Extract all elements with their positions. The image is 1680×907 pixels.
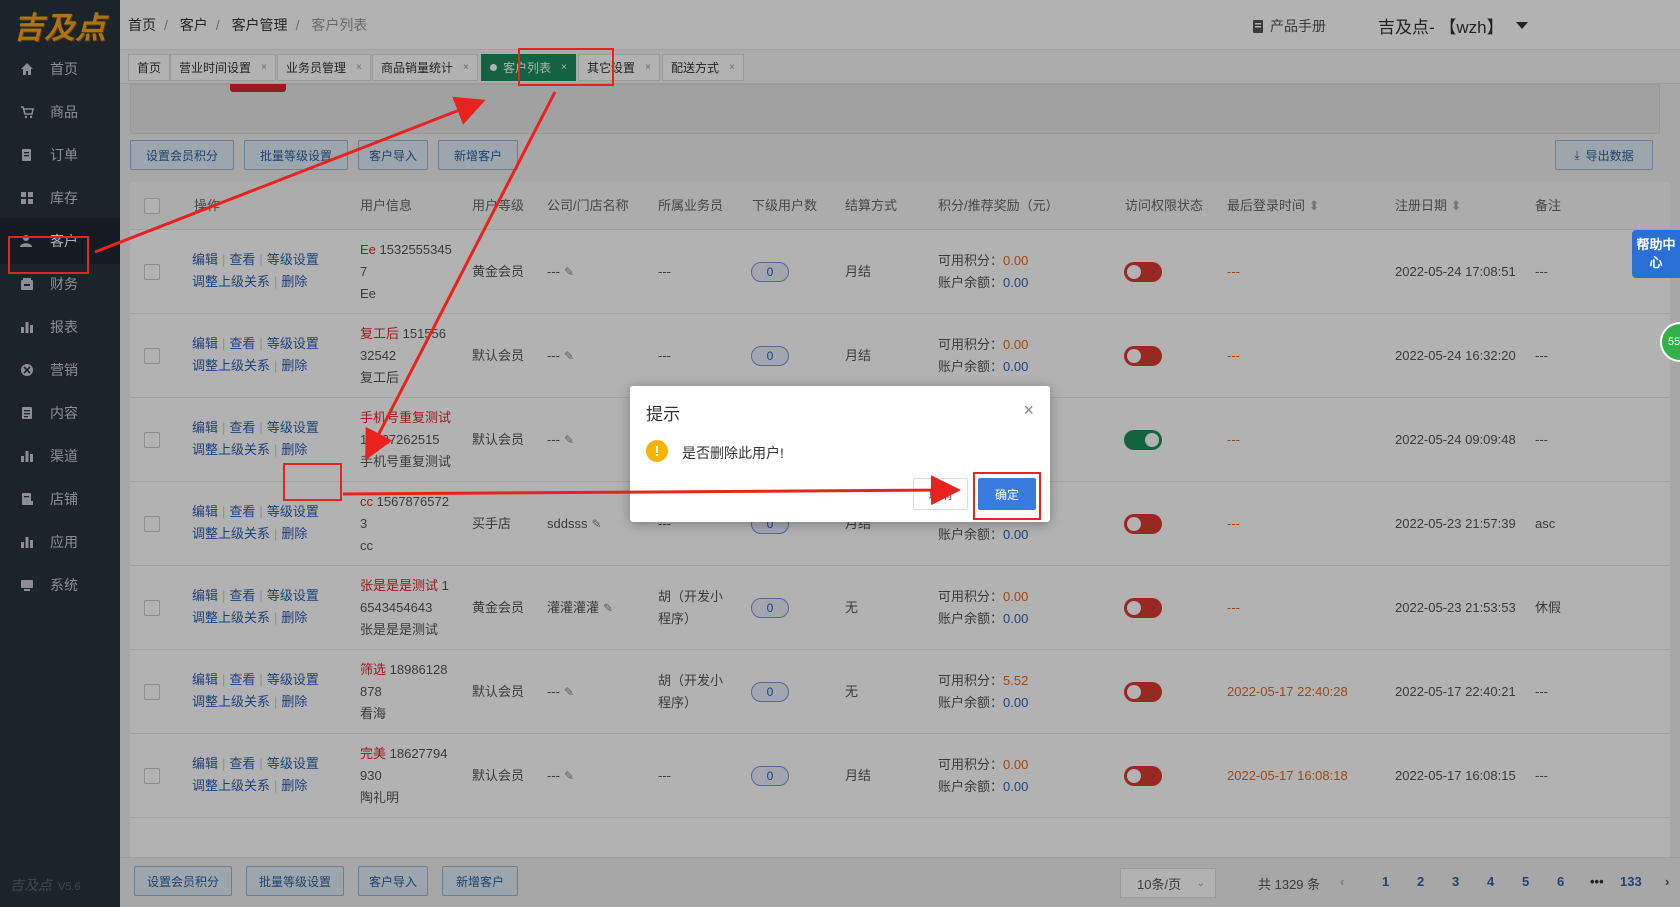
annotation-box-customer-tab (518, 48, 614, 86)
help-center-button[interactable]: 帮助中心 (1632, 230, 1680, 278)
warning-icon: ! (646, 440, 668, 462)
dialog-message: 是否删除此用户! (682, 445, 784, 461)
annotation-box-confirm-button (973, 472, 1041, 520)
annotation-box-customer-menu (8, 236, 89, 274)
cancel-button[interactable]: 取消 (913, 478, 968, 510)
annotation-box-delete-link (283, 463, 342, 501)
help-label: 帮助中心 (1636, 237, 1676, 270)
dialog-title: 提示 (646, 405, 680, 424)
close-icon[interactable]: × (1023, 400, 1034, 421)
